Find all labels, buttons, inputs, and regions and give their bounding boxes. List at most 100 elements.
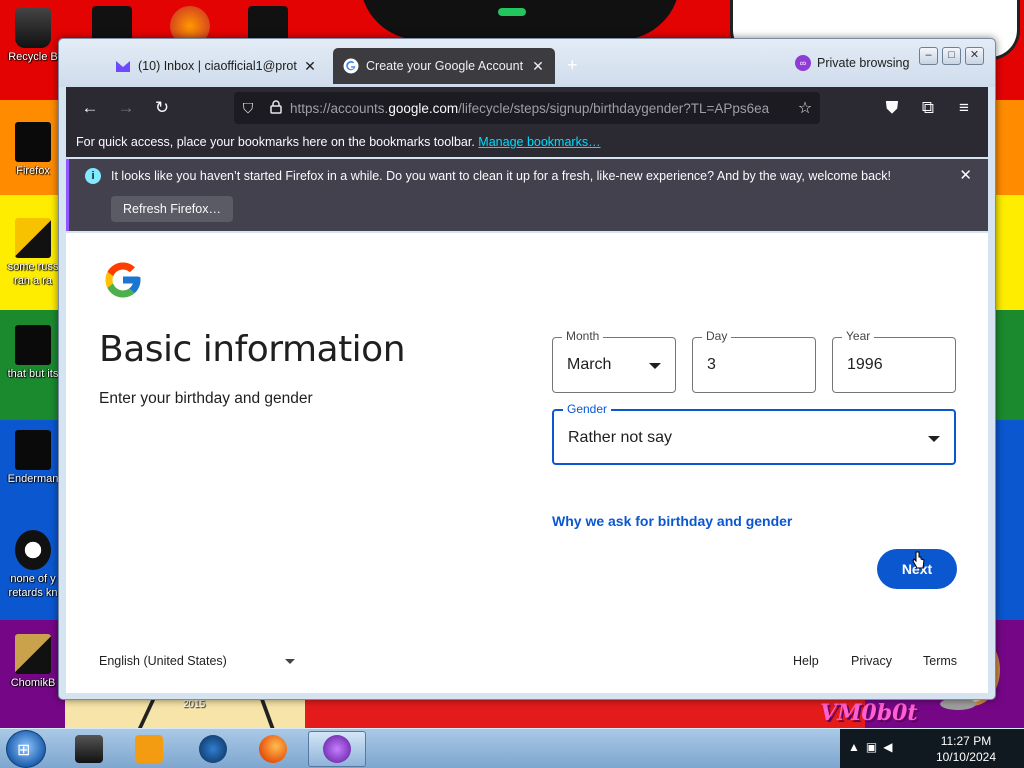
tab-strip: (10) Inbox | ciaofficial1@proton ✕ Creat… [59, 39, 995, 87]
gender-value: Rather not say [568, 429, 673, 446]
year-input[interactable]: Year 1996 [832, 329, 956, 393]
url-prefix: https://accounts. [290, 100, 389, 116]
month-value: March [567, 356, 612, 373]
desktop-icon-enderman[interactable]: Enderman [2, 430, 64, 486]
tab-title: (10) Inbox | ciaofficial1@proton [138, 59, 297, 73]
clock-time: 11:27 PM [940, 734, 992, 748]
desktop-icon-file[interactable]: none of y retards kn [2, 530, 64, 600]
taskbar-item-firefox-private[interactable] [308, 731, 366, 767]
gender-label: Gender [563, 402, 612, 416]
close-window-button[interactable]: ✕ [965, 47, 984, 65]
taskbar-item-globe[interactable] [184, 731, 242, 767]
new-tab-button[interactable]: + [567, 55, 578, 76]
month-label: Month [562, 329, 604, 343]
extensions-button[interactable]: ⧉ [910, 90, 946, 126]
shield-icon[interactable]: ⛉ [234, 100, 262, 117]
hand-cursor-icon [912, 551, 925, 569]
taskbar-item-app[interactable] [60, 731, 118, 767]
proton-mail-icon [115, 58, 131, 74]
url-path: /lifecycle/steps/signup/birthdaygender?T… [458, 100, 770, 116]
windows-logo-icon: ⊞ [17, 742, 31, 759]
desktop-icon-label: that but its [7, 368, 59, 380]
desktop-icon-recycle-bin[interactable]: Recycle B [2, 8, 64, 64]
pocket-button[interactable]: ⛊ [874, 90, 910, 126]
puzzle-icon: ⧉ [921, 98, 935, 117]
close-tab-icon[interactable]: ✕ [303, 58, 317, 75]
back-arrow-icon: ← [81, 98, 99, 117]
volume-icon[interactable]: ◀ [883, 740, 892, 754]
address-bar[interactable]: ⛉ https://accounts.google.com/lifecycle/… [234, 92, 820, 124]
close-tab-icon[interactable]: ✕ [531, 58, 545, 75]
desktop-icon-firefox[interactable]: Firefox [2, 122, 64, 178]
lock-icon[interactable] [262, 99, 290, 117]
dropdown-arrow-icon [649, 363, 661, 369]
document-icon [15, 218, 51, 258]
desktop-icon-folder[interactable]: that but its [2, 325, 64, 381]
tray-icons: ▲ ▣ ◀ [848, 740, 892, 754]
month-select[interactable]: Month March [552, 329, 676, 393]
show-hidden-icons-icon[interactable]: ▲ [848, 740, 860, 754]
back-button[interactable]: ← [72, 90, 108, 126]
chomikbox-icon [15, 634, 51, 674]
google-icon [343, 58, 359, 74]
tab-create-google-account[interactable]: Create your Google Account ✕ [333, 48, 555, 84]
toolbar-right-buttons: ⛊ ⧉ ≡ [874, 90, 982, 126]
taskbar-item-firefox[interactable] [244, 731, 302, 767]
bookmark-star-icon[interactable]: ☆ [790, 98, 820, 118]
desktop-icon-document[interactable]: some russ ran a ra [2, 218, 64, 288]
firefox-icon [15, 122, 51, 162]
menu-button[interactable]: ≡ [946, 90, 982, 126]
info-icon: i [85, 168, 101, 184]
app-icon [75, 735, 103, 763]
wallpaper-shape [305, 698, 865, 728]
reload-button[interactable]: ↻ [144, 90, 180, 126]
dropdown-arrow-icon [928, 436, 940, 442]
firefox-private-icon [323, 735, 351, 763]
bookmarks-hint: For quick access, place your bookmarks h… [76, 135, 475, 149]
wallpaper-caption: 2015 [183, 699, 206, 710]
day-input[interactable]: Day 3 [692, 329, 816, 393]
wallpaper-shape [360, 0, 680, 40]
url-text[interactable]: https://accounts.google.com/lifecycle/st… [290, 101, 790, 116]
why-we-ask-link[interactable]: Why we ask for birthday and gender [552, 513, 792, 529]
help-link[interactable]: Help [793, 654, 819, 668]
media-player-icon [135, 735, 163, 763]
wallpaper-line [259, 698, 275, 728]
globe-icon [199, 735, 227, 763]
bookmarks-toolbar: For quick access, place your bookmarks h… [66, 129, 988, 157]
clock[interactable]: 11:27 PM 10/10/2024 [936, 733, 996, 765]
close-notification-icon[interactable]: ✕ [959, 166, 972, 184]
manage-bookmarks-link[interactable]: Manage bookmarks… [478, 135, 600, 149]
maximize-button[interactable]: □ [942, 47, 961, 65]
url-domain: google.com [388, 100, 459, 116]
private-browsing-label: Private browsing [817, 56, 910, 70]
gender-select[interactable]: Gender Rather not say [552, 402, 956, 465]
wallpaper-shape [498, 8, 526, 16]
forward-button[interactable]: → [108, 90, 144, 126]
file-icon [15, 530, 51, 570]
desktop-icon-label: Enderman [7, 473, 59, 485]
language-selector[interactable]: English (United States) [99, 654, 295, 668]
start-button[interactable]: ⊞ [6, 730, 46, 768]
day-value: 3 [707, 356, 716, 373]
privacy-link[interactable]: Privacy [851, 654, 892, 668]
browser-window: (10) Inbox | ciaofficial1@proton ✕ Creat… [58, 38, 996, 700]
network-icon[interactable]: ▣ [866, 740, 877, 754]
taskbar-item-media-player[interactable] [120, 731, 178, 767]
forward-arrow-icon: → [117, 98, 135, 117]
tab-title: Create your Google Account [366, 59, 524, 73]
reload-icon: ↻ [154, 98, 170, 117]
minimize-button[interactable]: – [919, 47, 938, 65]
desktop-icon-label: ChomikB [10, 677, 56, 689]
refresh-firefox-button[interactable]: Refresh Firefox… [111, 196, 233, 222]
application-icon [15, 430, 51, 470]
terms-link[interactable]: Terms [923, 654, 957, 668]
page-subtitle: Enter your birthday and gender [99, 390, 313, 407]
year-value: 1996 [847, 356, 883, 373]
maximize-icon: □ [948, 49, 955, 61]
desktop-icon-chomikbox[interactable]: ChomikB [2, 634, 64, 690]
minimize-icon: – [925, 49, 932, 61]
google-logo-icon [105, 262, 141, 298]
notification-message: It looks like you haven’t started Firefo… [111, 169, 892, 183]
tab-inbox[interactable]: (10) Inbox | ciaofficial1@proton ✕ [105, 48, 327, 84]
